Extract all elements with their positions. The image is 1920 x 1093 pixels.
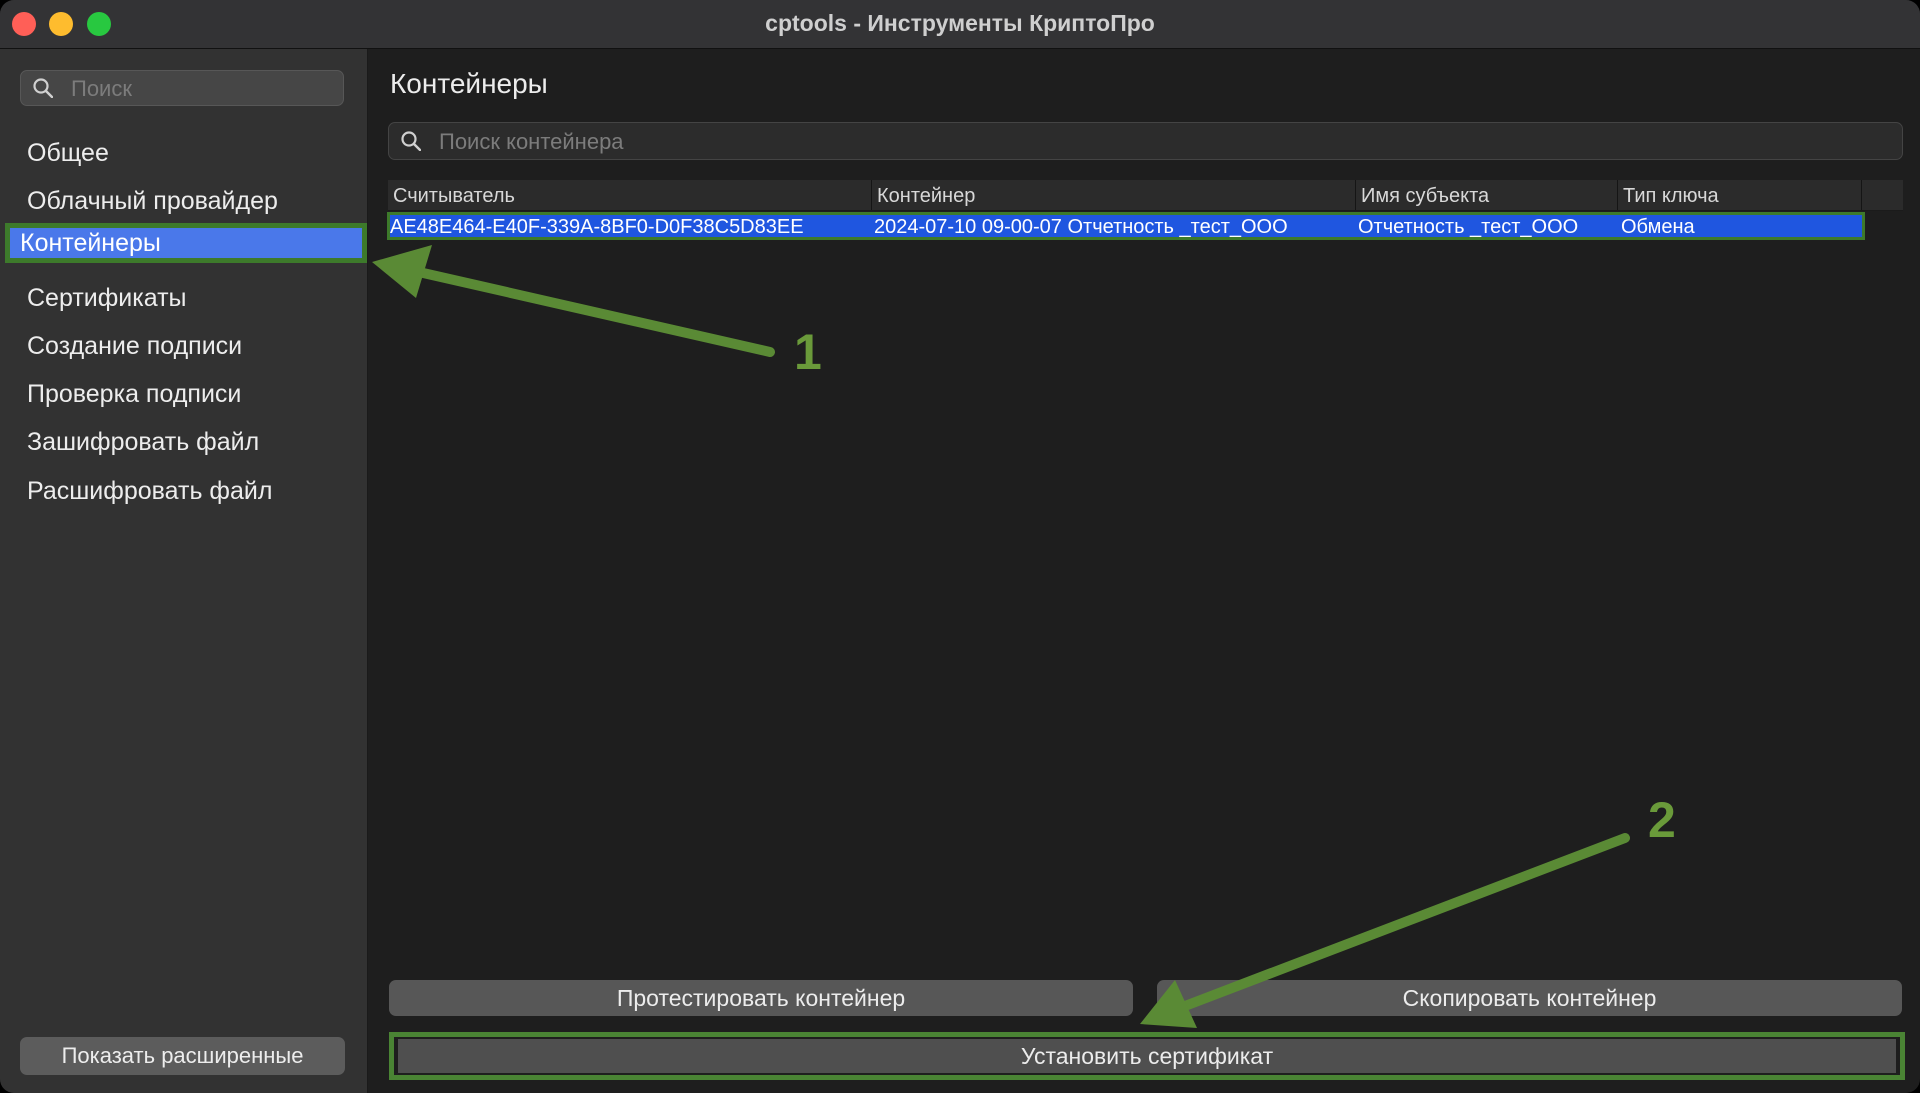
annotation-number-1: 1 [794,324,822,380]
arrow-1-line [405,265,775,357]
arrow-1-head [372,245,432,298]
app-window: cptools - Инструменты КриптоПро Общее Об… [0,0,1920,1093]
annotation-arrows [372,245,1630,1028]
annotation-number-2: 2 [1648,792,1676,848]
arrow-2-line [1180,833,1630,1011]
